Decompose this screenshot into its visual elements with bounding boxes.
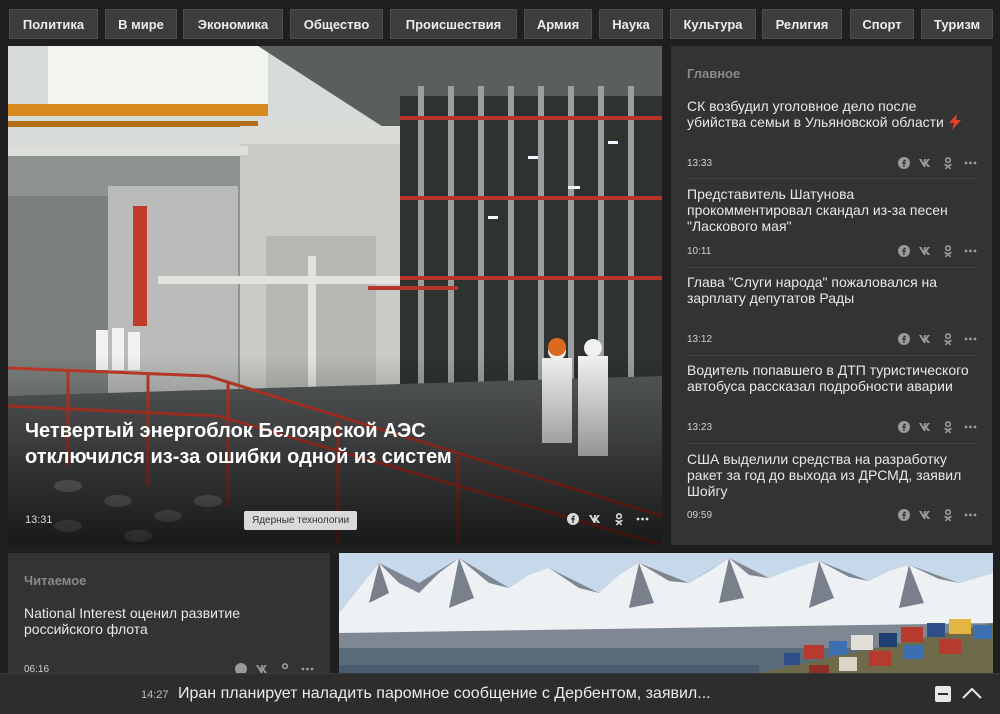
nav-item-incidents[interactable]: Происшествия bbox=[390, 9, 517, 39]
most-read-story-title[interactable]: National Interest оценил развитие россий… bbox=[24, 605, 294, 637]
story-meta: 13:12 bbox=[687, 332, 977, 346]
story-divider bbox=[687, 267, 977, 268]
vk-icon[interactable] bbox=[919, 508, 933, 522]
vk-icon[interactable] bbox=[919, 244, 933, 258]
ok-icon[interactable] bbox=[941, 508, 955, 522]
hero-headline[interactable]: Четвертый энергоблок Белоярской АЭС откл… bbox=[25, 418, 495, 470]
chevron-up-icon[interactable] bbox=[961, 685, 983, 701]
story-share-bar bbox=[897, 420, 977, 434]
facebook-icon[interactable] bbox=[897, 332, 911, 346]
more-icon[interactable] bbox=[963, 156, 977, 170]
most-read-heading: Читаемое bbox=[24, 573, 87, 588]
story-time: 10:11 bbox=[687, 245, 712, 257]
more-icon[interactable] bbox=[635, 512, 649, 526]
nav-item-politics[interactable]: Политика bbox=[9, 9, 98, 39]
more-icon[interactable] bbox=[963, 508, 977, 522]
story-meta: 13:23 bbox=[687, 420, 977, 434]
story-time: 13:23 bbox=[687, 421, 713, 433]
nav-item-sport[interactable]: Спорт bbox=[850, 9, 914, 39]
story-title[interactable]: Представитель Шатунова прокомментировал … bbox=[687, 186, 977, 234]
story-time: 09:59 bbox=[687, 509, 713, 521]
hero-share-bar bbox=[566, 512, 649, 526]
vk-icon[interactable] bbox=[919, 332, 933, 346]
story-title[interactable]: США выделили средства на разработку раке… bbox=[687, 451, 977, 499]
news-ticker: 14:27 Иран планирует наладить паромное с… bbox=[0, 673, 1000, 714]
ticker-time: 14:27 bbox=[141, 689, 169, 701]
category-nav: Политика В мире Экономика Общество Проис… bbox=[0, 0, 1000, 46]
lightning-icon bbox=[948, 114, 961, 130]
vk-icon[interactable] bbox=[919, 420, 933, 434]
main-story[interactable]: Водитель попавшего в ДТП туристического … bbox=[687, 362, 977, 394]
ok-icon[interactable] bbox=[941, 332, 955, 346]
hero-topic-tag[interactable]: Ядерные технологии bbox=[244, 511, 358, 530]
nav-item-society[interactable]: Общество bbox=[290, 9, 383, 39]
vk-icon[interactable] bbox=[919, 156, 933, 170]
story-title[interactable]: СК возбудил уголовное дело после убийств… bbox=[687, 98, 977, 130]
nav-item-economy[interactable]: Экономика bbox=[183, 9, 283, 39]
main-news-column: Главное СК возбудил уголовное дело после… bbox=[671, 46, 992, 545]
ok-icon[interactable] bbox=[941, 156, 955, 170]
story-share-bar bbox=[897, 332, 977, 346]
main-story[interactable]: Представитель Шатунова прокомментировал … bbox=[687, 186, 977, 234]
story-title[interactable]: Водитель попавшего в ДТП туристического … bbox=[687, 362, 977, 394]
story-divider bbox=[687, 355, 977, 356]
ok-icon[interactable] bbox=[612, 512, 626, 526]
hero-time: 13:31 bbox=[25, 514, 53, 526]
more-icon[interactable] bbox=[963, 244, 977, 258]
story-time: 13:33 bbox=[687, 157, 713, 169]
ok-icon[interactable] bbox=[941, 244, 955, 258]
minimize-icon[interactable] bbox=[935, 686, 951, 702]
story-meta: 10:11 bbox=[687, 244, 977, 258]
story-share-bar bbox=[897, 156, 977, 170]
nav-item-religion[interactable]: Религия bbox=[762, 9, 842, 39]
nav-item-world[interactable]: В мире bbox=[105, 9, 177, 39]
story-meta: 13:33 bbox=[687, 156, 977, 170]
mountain-photo bbox=[339, 553, 993, 683]
most-read-column: Читаемое National Interest оценил развит… bbox=[8, 553, 330, 683]
main-heading: Главное bbox=[687, 66, 741, 81]
story-divider bbox=[687, 443, 977, 444]
facebook-icon[interactable] bbox=[897, 508, 911, 522]
facebook-icon[interactable] bbox=[897, 156, 911, 170]
hero-story-card[interactable]: Четвертый энергоблок Белоярской АЭС откл… bbox=[8, 46, 662, 545]
news-card-image[interactable] bbox=[339, 553, 993, 683]
vk-icon[interactable] bbox=[589, 512, 603, 526]
facebook-icon[interactable] bbox=[566, 512, 580, 526]
nav-item-army[interactable]: Армия bbox=[524, 9, 592, 39]
facebook-icon[interactable] bbox=[897, 244, 911, 258]
nav-item-culture[interactable]: Культура bbox=[670, 9, 756, 39]
main-story[interactable]: США выделили средства на разработку раке… bbox=[687, 451, 977, 499]
main-story[interactable]: Глава "Слуги народа" пожаловался на зарп… bbox=[687, 274, 977, 306]
story-time: 13:12 bbox=[687, 333, 713, 345]
facebook-icon[interactable] bbox=[897, 420, 911, 434]
ok-icon[interactable] bbox=[941, 420, 955, 434]
nav-item-science[interactable]: Наука bbox=[599, 9, 663, 39]
story-meta: 09:59 bbox=[687, 508, 977, 522]
story-title[interactable]: Глава "Слуги народа" пожаловался на зарп… bbox=[687, 274, 977, 306]
story-share-bar bbox=[897, 244, 977, 258]
main-story[interactable]: СК возбудил уголовное дело после убийств… bbox=[687, 98, 977, 130]
story-share-bar bbox=[897, 508, 977, 522]
story-divider bbox=[687, 178, 977, 179]
nav-item-tourism[interactable]: Туризм bbox=[921, 9, 993, 39]
more-icon[interactable] bbox=[963, 332, 977, 346]
more-icon[interactable] bbox=[963, 420, 977, 434]
ticker-headline[interactable]: Иран планирует наладить паромное сообщен… bbox=[178, 685, 711, 703]
